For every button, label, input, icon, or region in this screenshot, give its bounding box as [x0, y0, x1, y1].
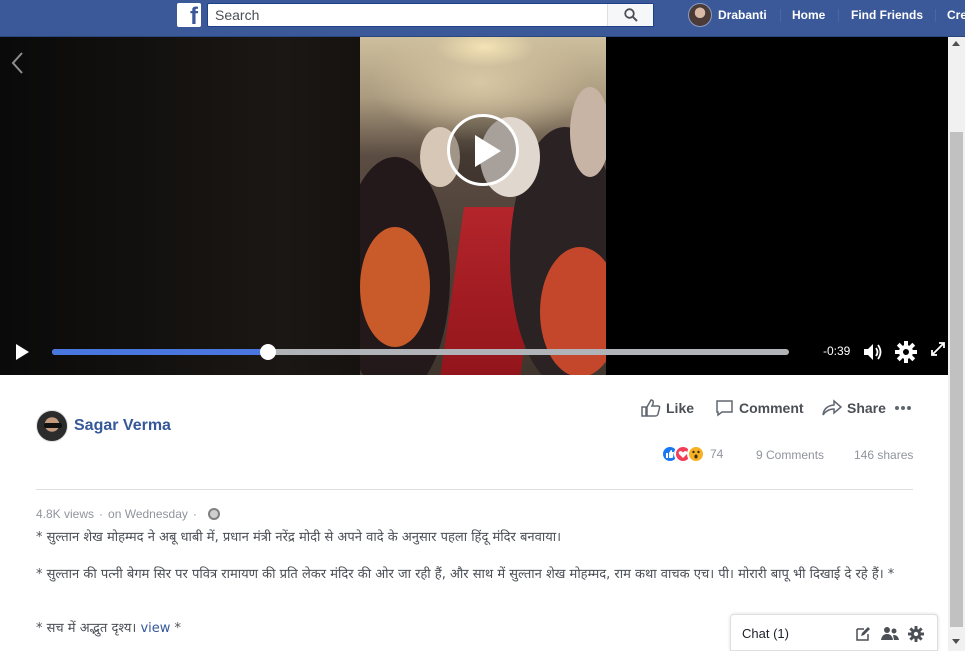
search-box: [207, 3, 654, 27]
play-button[interactable]: [14, 343, 34, 363]
post-meta: 4.8K views · on Wednesday ·: [36, 507, 220, 521]
author-avatar[interactable]: [36, 410, 68, 442]
gear-icon: [895, 341, 917, 363]
nav-find-friends-link[interactable]: Find Friends: [851, 8, 923, 22]
fullscreen-button[interactable]: [930, 341, 946, 362]
post-author: Sagar Verma: [36, 410, 171, 442]
time-remaining: -0:39: [823, 344, 851, 358]
page-scrollbar[interactable]: [948, 37, 965, 651]
chat-label: Chat (1): [742, 626, 789, 641]
nav-divider: [780, 9, 781, 22]
top-navigation-bar: f Drabanti Home Find Friends Cre: [0, 0, 965, 37]
video-scene-person: [360, 227, 430, 347]
back-button[interactable]: [10, 51, 26, 80]
settings-button[interactable]: [895, 341, 917, 368]
scrollbar-thumb[interactable]: [950, 132, 963, 627]
globe-icon: [207, 508, 220, 520]
share-button[interactable]: Share: [822, 398, 886, 418]
facebook-logo-letter: f: [190, 3, 198, 30]
nav-home-link[interactable]: Home: [792, 8, 825, 22]
profile-name: Drabanti: [718, 8, 767, 22]
page: f Drabanti Home Find Friends Cre: [0, 0, 965, 651]
comment-label: Comment: [739, 400, 804, 416]
play-icon: [16, 344, 29, 360]
view-link[interactable]: view: [140, 621, 170, 636]
comment-button[interactable]: Comment: [715, 398, 804, 418]
profile-link[interactable]: Drabanti: [688, 3, 767, 27]
play-icon: [475, 135, 501, 167]
comment-icon: [716, 400, 733, 417]
search-input[interactable]: [208, 4, 608, 26]
video-controls: -0:39: [0, 337, 948, 375]
post-paragraph: * सुल्तान की पत्नी बेगम सिर पर पवित्र रा…: [36, 567, 895, 582]
video-player[interactable]: -0:39: [0, 37, 948, 375]
share-label: Share: [847, 400, 886, 416]
nav-create-link[interactable]: Cre: [947, 8, 965, 22]
chevron-left-icon: [11, 52, 23, 74]
like-label: Like: [666, 400, 695, 416]
shares-count-link[interactable]: 146 shares: [854, 448, 913, 462]
post-timestamp-link[interactable]: on Wednesday: [108, 507, 188, 521]
reactions-summary[interactable]: 74: [661, 445, 723, 463]
wow-reaction-icon: [687, 445, 705, 463]
author-name-link[interactable]: Sagar Verma: [74, 417, 171, 435]
thumbs-up-icon: [641, 399, 661, 417]
create-group-button[interactable]: [881, 626, 899, 647]
meta-separator: ·: [192, 507, 197, 521]
share-icon: [822, 399, 842, 416]
avatar: [688, 3, 712, 27]
post-paragraph-text: * सच में अद्भुत दृश्य।: [36, 621, 141, 636]
facebook-logo[interactable]: f: [177, 3, 201, 30]
new-message-button[interactable]: [855, 626, 871, 647]
video-frame[interactable]: [360, 37, 606, 375]
chat-bar[interactable]: Chat (1): [730, 614, 938, 651]
gear-icon: [908, 626, 924, 642]
video-progress-fill: [52, 349, 268, 355]
like-button[interactable]: Like: [641, 398, 694, 418]
video-scene-person: [570, 87, 606, 177]
comments-count-link[interactable]: 9 Comments: [756, 448, 824, 462]
nav-divider: [935, 9, 936, 22]
divider: [36, 489, 913, 490]
scroll-down-arrow-icon[interactable]: [952, 639, 960, 644]
fullscreen-icon: [931, 342, 945, 356]
compose-icon: [856, 627, 870, 641]
chat-settings-button[interactable]: [908, 626, 924, 647]
video-progress-handle[interactable]: [259, 344, 276, 360]
sunglasses-detail: [44, 423, 62, 428]
search-icon: [624, 8, 638, 22]
view-count: 4.8K views: [36, 507, 95, 521]
more-options-button[interactable]: [894, 398, 917, 418]
volume-button[interactable]: [862, 341, 884, 368]
video-progress-bar[interactable]: [52, 344, 789, 360]
post-paragraph-text: *: [170, 621, 182, 636]
nav-divider: [838, 9, 839, 22]
search-button[interactable]: [607, 4, 653, 26]
people-icon: [881, 627, 899, 640]
reaction-count: 74: [710, 447, 724, 461]
post-paragraph: * सुल्तान शेख मोहम्मद ने अबू धाबी में, प…: [36, 530, 562, 545]
video-play-overlay-button[interactable]: [447, 114, 519, 186]
scroll-up-arrow-icon[interactable]: [952, 41, 960, 46]
more-icon: [895, 406, 911, 410]
meta-separator: ·: [99, 507, 104, 521]
volume-icon: [864, 344, 882, 360]
